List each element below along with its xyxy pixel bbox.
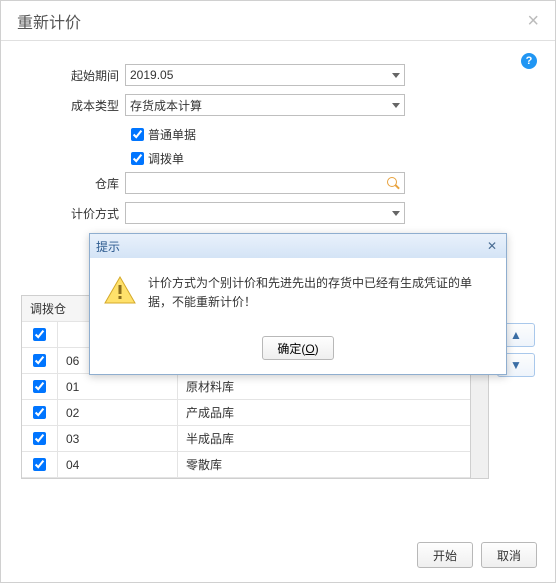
footer: 开始 取消 <box>417 542 537 568</box>
modal-footer: 确定(O) <box>90 330 506 374</box>
select-all-checkbox[interactable] <box>33 328 46 341</box>
modal-ok-button[interactable]: 确定(O) <box>262 336 334 360</box>
chevron-down-icon <box>392 103 400 108</box>
transfer-doc-checkbox[interactable] <box>131 152 144 165</box>
cell-name: 原材料库 <box>178 374 470 399</box>
chevron-down-icon <box>392 211 400 216</box>
row-checkbox[interactable] <box>33 458 46 471</box>
warehouse-combo[interactable] <box>125 172 405 194</box>
close-icon[interactable]: × <box>527 11 539 31</box>
modal-message: 计价方式为个别计价和先进先出的存货中已经有生成凭证的单据，不能重新计价！ <box>148 274 492 312</box>
modal-close-icon[interactable]: ✕ <box>484 238 500 254</box>
modal-titlebar: 提示 ✕ <box>90 234 506 258</box>
warning-icon <box>104 276 136 304</box>
row-checkbox[interactable] <box>33 380 46 393</box>
cell-code: 03 <box>58 426 178 451</box>
modal-body: 计价方式为个别计价和先进先出的存货中已经有生成凭证的单据，不能重新计价！ <box>90 258 506 330</box>
normal-doc-checkbox[interactable] <box>131 128 144 141</box>
cost-type-value: 存货成本计算 <box>130 97 388 114</box>
row-checkbox[interactable] <box>33 406 46 419</box>
titlebar: 重新计价 × <box>1 1 555 41</box>
row-checkbox[interactable] <box>33 432 46 445</box>
cost-type-label: 成本类型 <box>31 97 125 114</box>
cell-code: 02 <box>58 400 178 425</box>
table-row[interactable]: 03半成品库 <box>22 426 470 452</box>
table-row[interactable]: 01原材料库 <box>22 374 470 400</box>
transfer-doc-label: 调拨单 <box>148 150 184 167</box>
cell-name: 产成品库 <box>178 400 470 425</box>
search-icon <box>386 176 400 190</box>
cell-name: 半成品库 <box>178 426 470 451</box>
modal-title: 提示 <box>96 238 120 255</box>
cancel-button[interactable]: 取消 <box>481 542 537 568</box>
valuation-combo[interactable] <box>125 202 405 224</box>
valuation-label: 计价方式 <box>31 205 125 222</box>
alert-modal: 提示 ✕ 计价方式为个别计价和先进先出的存货中已经有生成凭证的单据，不能重新计价… <box>89 233 507 375</box>
recalc-window: 重新计价 × ? 起始期间 2019.05 成本类型 存货成本计算 普通单据 调… <box>0 0 556 583</box>
cell-code: 01 <box>58 374 178 399</box>
start-period-combo[interactable]: 2019.05 <box>125 64 405 86</box>
start-period-value: 2019.05 <box>130 68 388 82</box>
start-period-label: 起始期间 <box>31 67 125 84</box>
start-button[interactable]: 开始 <box>417 542 473 568</box>
normal-doc-label: 普通单据 <box>148 126 196 143</box>
help-icon[interactable]: ? <box>521 53 537 69</box>
modal-ok-label: 确定(O) <box>277 342 318 356</box>
row-checkbox[interactable] <box>33 354 46 367</box>
window-title: 重新计价 <box>17 9 81 33</box>
cell-name: 零散库 <box>178 452 470 477</box>
table-row[interactable]: 02产成品库 <box>22 400 470 426</box>
chevron-down-icon <box>392 73 400 78</box>
warehouse-label: 仓库 <box>31 175 125 192</box>
table-row[interactable]: 04零散库 <box>22 452 470 478</box>
cell-code: 04 <box>58 452 178 477</box>
cost-type-combo[interactable]: 存货成本计算 <box>125 94 405 116</box>
